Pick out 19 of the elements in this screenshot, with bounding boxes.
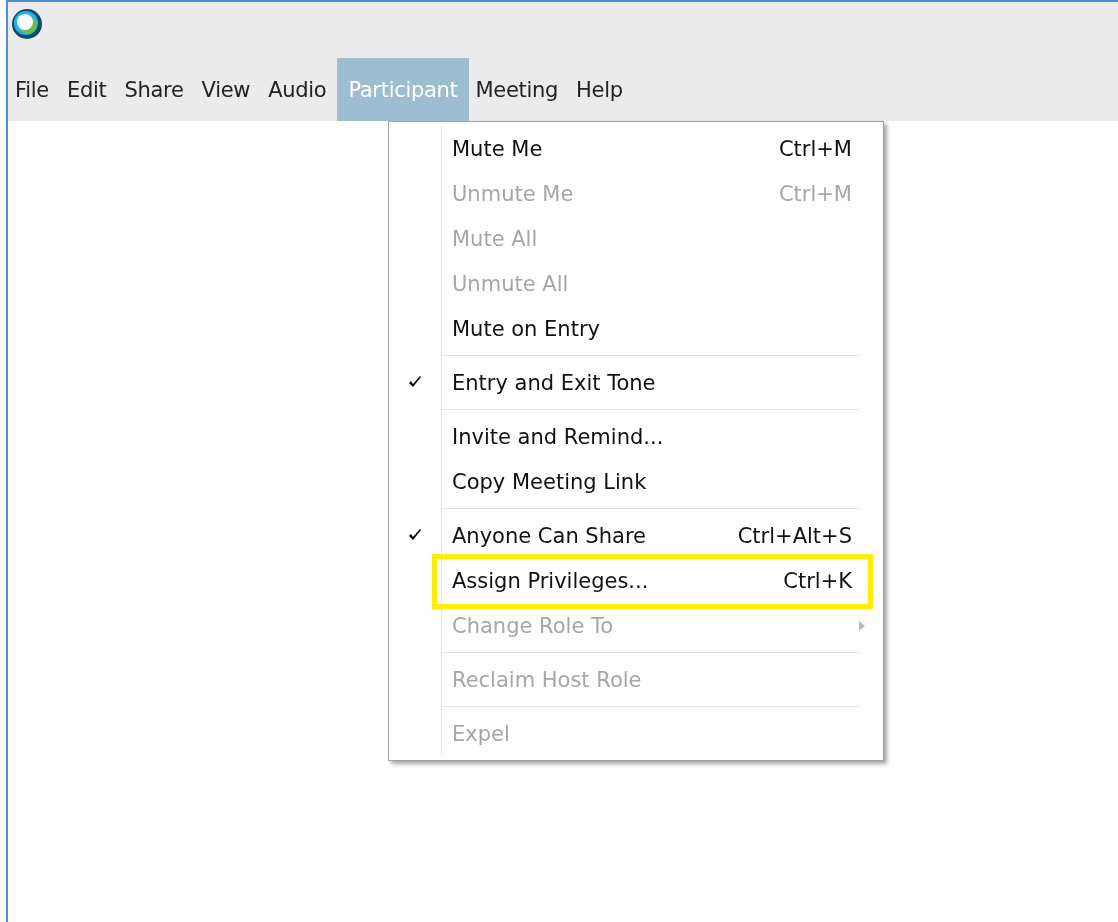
menu-item[interactable]: Mute Me [452,136,543,161]
menu-bar-item[interactable]: Share [117,58,195,121]
app-logo-icon [11,8,43,40]
menu-item[interactable]: Anyone Can Share [452,523,646,548]
shortcut-text: Ctrl+M [778,181,852,206]
menu-item[interactable]: Copy Meeting Link [452,469,647,494]
shortcut-text: Ctrl+K [783,568,852,593]
shortcut-text: Ctrl+M [778,136,852,161]
menu-item[interactable]: Assign Privileges... [452,568,649,593]
menu-bar-item[interactable]: Edit [59,58,118,121]
menu-item[interactable]: Mute on Entry [452,316,600,341]
shortcut-text: Ctrl+Alt+S [737,523,852,548]
menu-bar-item[interactable]: Meeting [468,58,570,121]
menu-bar-item[interactable]: View [194,58,262,121]
menu-bar-item[interactable]: Help [569,58,634,121]
menu-bar-item[interactable]: File [8,58,60,121]
menu-bar-item[interactable]: Audio [261,58,338,121]
menu-item[interactable]: Invite and Remind... [452,424,664,449]
menu-item[interactable]: Entry and Exit Tone [452,370,656,395]
